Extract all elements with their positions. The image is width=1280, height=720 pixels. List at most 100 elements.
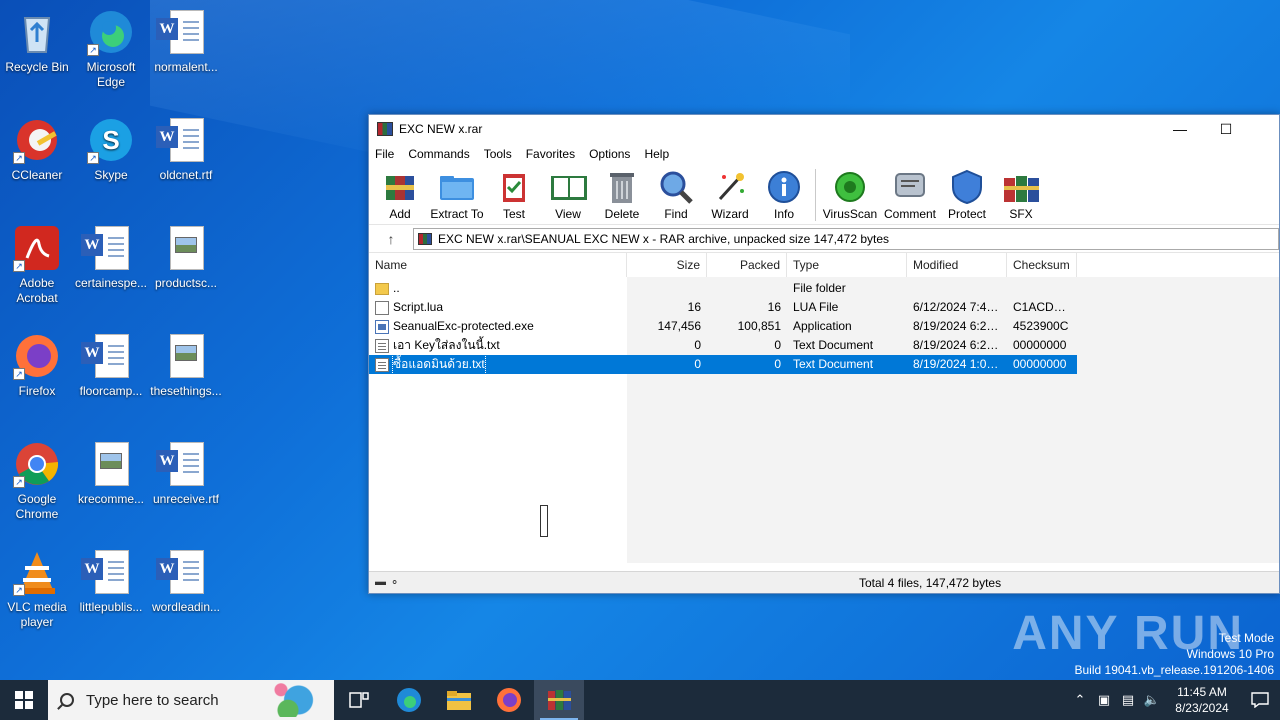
cell-name: Script.lua xyxy=(369,298,627,317)
table-row[interactable]: SeanualExc-protected.exe 147,456 100,851 Ap… xyxy=(369,317,1077,336)
cell-checksum: 00000000 xyxy=(1013,357,1067,371)
menu-options[interactable]: Options xyxy=(589,147,637,161)
word-doc-icon: W xyxy=(156,440,210,488)
firefox-icon xyxy=(497,688,521,712)
menu-help[interactable]: Help xyxy=(644,147,676,161)
extract-to-button[interactable]: Extract To xyxy=(429,169,485,221)
virusscan-button[interactable]: VirusScan xyxy=(822,169,878,221)
table-row[interactable]: ซื้อแอดมินด้วย.txt 0 0 Text Document 8/19/20… xyxy=(369,355,1077,374)
image-doc-icon xyxy=(162,332,210,380)
test-clipboard-icon xyxy=(495,169,533,205)
network-icon[interactable]: ▤ xyxy=(1116,693,1140,708)
desktop-icon[interactable]: Wcertainespe... xyxy=(74,224,148,291)
desktop-icon[interactable]: Recycle Bin xyxy=(0,8,74,75)
desktop-icon-label: thesethings... xyxy=(150,384,222,398)
view-button[interactable]: View xyxy=(543,169,593,221)
protect-button[interactable]: Protect xyxy=(942,169,992,221)
column-size[interactable]: Size xyxy=(627,253,707,277)
task-view-button[interactable] xyxy=(334,680,384,720)
cell-name: SeanualExc-protected.exe xyxy=(369,317,627,336)
ccleaner-icon: ↗ xyxy=(13,116,61,164)
taskbar-search[interactable]: Type here to search xyxy=(48,680,334,720)
column-name[interactable]: Name xyxy=(369,253,627,277)
up-level-icon[interactable]: ↑ xyxy=(369,231,413,247)
find-button[interactable]: Find xyxy=(651,169,701,221)
desktop-icon[interactable]: ↗ VLC media player xyxy=(0,548,74,630)
taskbar-edge[interactable] xyxy=(384,680,434,720)
add-button[interactable]: Add xyxy=(375,169,425,221)
desktop-icon[interactable]: S ↗ Skype xyxy=(74,116,148,183)
taskbar-file-explorer[interactable] xyxy=(434,680,484,720)
title-bar[interactable]: EXC NEW x.rar — ☐ xyxy=(369,115,1279,143)
menu-favorites[interactable]: Favorites xyxy=(526,147,582,161)
column-packed[interactable]: Packed xyxy=(707,253,787,277)
clock-time: 11:45 AM xyxy=(1177,685,1227,699)
file-list[interactable]: Name Size Packed Type Modified Checksum … xyxy=(369,253,1279,563)
edge-icon xyxy=(397,688,421,712)
test-button[interactable]: Test xyxy=(489,169,539,221)
desktop-icon[interactable]: ↗ Microsoft Edge xyxy=(74,8,148,90)
cell-type: Text Document xyxy=(793,338,874,352)
file-rows: .. File folder Script.lua 16 16 LUA File 6/12/… xyxy=(369,279,1077,374)
menu-tools[interactable]: Tools xyxy=(484,147,519,161)
shortcut-arrow-icon: ↗ xyxy=(13,584,25,596)
desktop-icon[interactable]: productsc... xyxy=(149,224,223,291)
desktop-icon[interactable]: thesethings... xyxy=(149,332,223,399)
column-checksum[interactable]: Checksum xyxy=(1007,253,1077,277)
taskbar-firefox[interactable] xyxy=(484,680,534,720)
desktop-icon[interactable]: ↗ Adobe Acrobat xyxy=(0,224,74,306)
table-row[interactable]: เอา Keyใส่ลงในนี้.txt 0 0 Text Document 8/19… xyxy=(369,336,1077,355)
cell-type: LUA File xyxy=(793,300,839,314)
minimize-button[interactable]: — xyxy=(1157,115,1203,143)
desktop-icon[interactable]: Wlittlepublis... xyxy=(74,548,148,615)
magnifier-icon xyxy=(657,169,695,205)
cell-modified xyxy=(907,279,1007,298)
desktop-icon[interactable]: ↗ Firefox xyxy=(0,332,74,399)
delete-button[interactable]: Delete xyxy=(597,169,647,221)
taskbar: Type here to search ⌃ ▣ ▤ 🔈 11:45 AM 8/2… xyxy=(0,680,1280,720)
archive-path-field[interactable]: EXC NEW x.rar\SEANUAL EXC NEW x - RAR ar… xyxy=(413,227,1279,250)
table-row[interactable]: .. File folder xyxy=(369,279,1077,298)
taskbar-clock[interactable]: 11:45 AM 8/23/2024 xyxy=(1164,684,1240,716)
notifications-button[interactable] xyxy=(1240,692,1280,708)
desktop-icon-label: CCleaner xyxy=(11,168,63,182)
key-icon[interactable]: ⚬ xyxy=(390,576,399,589)
cell-size xyxy=(627,279,707,298)
start-button[interactable] xyxy=(0,680,48,720)
column-type[interactable]: Type xyxy=(787,253,907,277)
taskbar-winrar[interactable] xyxy=(534,680,584,720)
menu-file[interactable]: File xyxy=(375,147,401,161)
address-bar: ↑ EXC NEW x.rar\SEANUAL EXC NEW x - RAR … xyxy=(369,225,1279,253)
network-monitor-icon[interactable]: ▣ xyxy=(1092,693,1116,708)
desktop-icon[interactable]: Wwordleadin... xyxy=(149,548,223,615)
edge-icon: ↗ xyxy=(87,8,135,56)
desktop-icon[interactable]: Wunreceive.rtf xyxy=(149,440,223,507)
chevron-up-icon[interactable]: ⌃ xyxy=(1068,693,1092,708)
winrar-window: EXC NEW x.rar — ☐ File Commands Tools Fa… xyxy=(368,114,1280,594)
cell-modified: 8/19/2024 1:05 ... xyxy=(913,357,1007,371)
comment-button[interactable]: Comment xyxy=(882,169,938,221)
cell-size: 0 xyxy=(694,357,701,371)
info-button[interactable]: Info xyxy=(759,169,809,221)
desktop-icon[interactable]: Woldcnet.rtf xyxy=(149,116,223,183)
desktop-icon[interactable]: Wnormalent... xyxy=(149,8,223,75)
desktop-icon-label: wordleadin... xyxy=(151,600,221,614)
desktop-icon[interactable]: Wfloorcamp... xyxy=(74,332,148,399)
word-doc-icon: W xyxy=(156,8,210,56)
wizard-button[interactable]: Wizard xyxy=(705,169,755,221)
maximize-button[interactable]: ☐ xyxy=(1203,115,1249,143)
sfx-button[interactable]: SFX xyxy=(996,169,1046,221)
desktop-icon[interactable]: ↗ CCleaner xyxy=(0,116,74,183)
drive-icon[interactable]: ▬ xyxy=(375,576,386,589)
volume-icon[interactable]: 🔈 xyxy=(1140,693,1164,708)
winrar-app-icon xyxy=(377,122,393,136)
cell-size: 0 xyxy=(694,338,701,352)
close-button-partial[interactable] xyxy=(1249,115,1279,143)
windows-logo-icon xyxy=(15,691,33,709)
column-modified[interactable]: Modified xyxy=(907,253,1007,277)
table-row[interactable]: Script.lua 16 16 LUA File 6/12/2024 7:47 ...… xyxy=(369,298,1077,317)
desktop-icon[interactable]: krecomme... xyxy=(74,440,148,507)
menu-commands[interactable]: Commands xyxy=(408,147,476,161)
desktop-icon[interactable]: ↗ Google Chrome xyxy=(0,440,74,522)
status-text: Total 4 files, 147,472 bytes xyxy=(859,575,1002,590)
